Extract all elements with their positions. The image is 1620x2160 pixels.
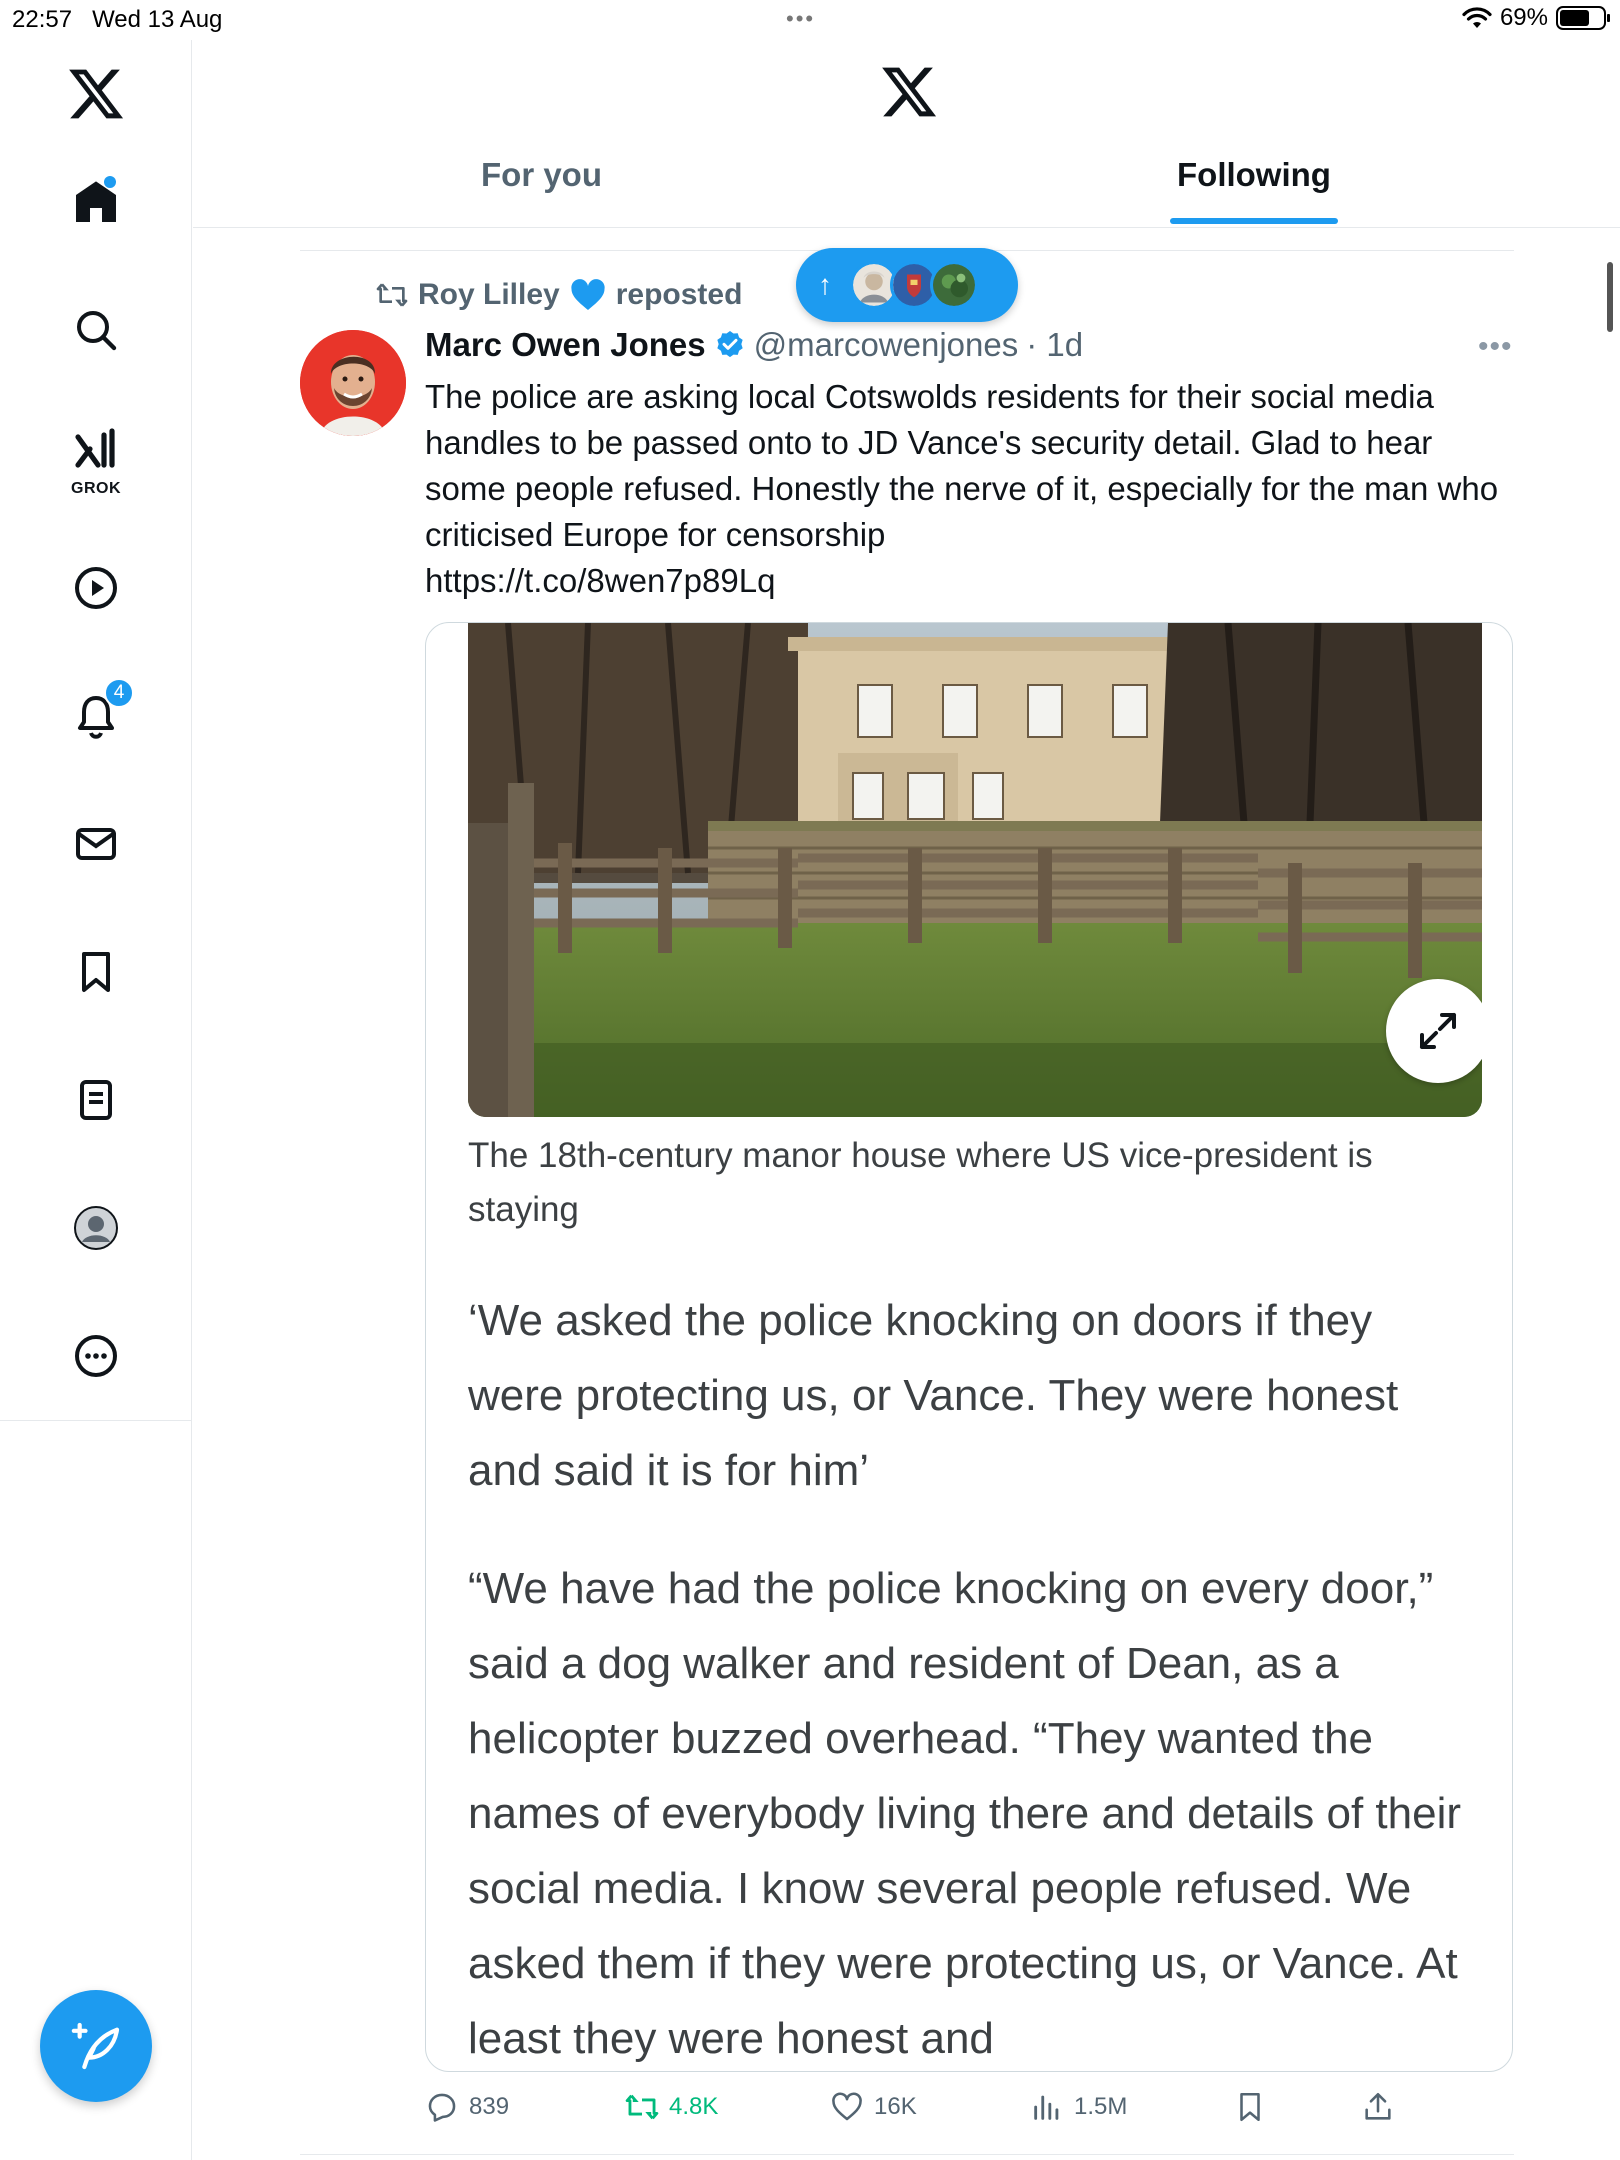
tweet-body: The police are asking local Cotswolds re… (425, 374, 1505, 604)
repost-suffix: reposted (615, 278, 743, 311)
blue-heart-icon (571, 279, 605, 310)
media-card[interactable]: The 18th-century manor house where US vi… (425, 622, 1513, 2072)
share-button[interactable] (1361, 2090, 1395, 2124)
tweet-link[interactable]: https://t.co/8wen7p89Lq (425, 558, 1505, 604)
sidebar-item-more[interactable] (60, 1320, 132, 1392)
expand-media-button[interactable] (1386, 979, 1482, 1083)
home-unread-dot (104, 176, 116, 188)
sidebar-item-grok[interactable]: GROK (60, 420, 132, 497)
share-icon (1365, 2092, 1391, 2120)
tweet-author-row: Marc Owen Jones @marcowenjones · 1d (425, 326, 1083, 364)
post-actions-bar: 839 4.8K 16K 1.5M (425, 2090, 1425, 2134)
more-circle-icon (75, 1335, 117, 1377)
status-date: Wed 13 Aug (92, 6, 223, 33)
sidebar-item-notifications[interactable]: 4 (60, 678, 134, 752)
author-handle[interactable]: @marcowenjones (754, 326, 1019, 364)
battery-icon (1556, 6, 1610, 30)
expand-arrows-icon (1420, 1013, 1456, 1049)
sidebar-divider (0, 1420, 192, 1421)
scrollbar[interactable] (1607, 262, 1613, 332)
status-time: 22:57 (12, 6, 73, 33)
sidebar-item-lists[interactable] (60, 1064, 132, 1136)
status-time-date: 22:57 Wed 13 Aug (12, 6, 222, 34)
sidebar-item-profile[interactable] (60, 1192, 132, 1264)
battery-level (1560, 10, 1589, 26)
x-logo-icon[interactable] (66, 64, 126, 124)
sidebar-item-bookmarks[interactable] (60, 936, 132, 1008)
repost-author: Roy Lilley (418, 278, 560, 311)
reply-icon (428, 2093, 456, 2122)
article-quote-paragraph: ‘We asked the police knocking on doors i… (468, 1296, 1399, 1495)
views-chart-icon (1034, 2095, 1059, 2120)
divider (300, 2154, 1514, 2155)
x-header-logo-icon[interactable] (879, 62, 939, 122)
battery-percent: 69% (1499, 4, 1548, 31)
verified-badge-icon (716, 331, 743, 358)
search-icon (77, 311, 117, 351)
wifi-icon (1462, 7, 1492, 28)
new-posts-pill[interactable]: ↑ (796, 248, 1018, 322)
grok-label: GROK (71, 480, 121, 497)
repost-count: 4.8K (669, 2093, 719, 2120)
like-button[interactable]: 16K (830, 2090, 917, 2124)
tweet-text: The police are asking local Cotswolds re… (425, 378, 1499, 553)
views-count: 1.5M (1074, 2093, 1128, 2120)
sidebar-item-messages[interactable] (60, 808, 132, 880)
play-icon (75, 567, 117, 609)
active-tab-indicator (1170, 218, 1338, 224)
grok-icon (75, 428, 115, 468)
timeline-header: For you Following (193, 40, 1620, 228)
status-bar: 22:57 Wed 13 Aug ••• 69% (0, 0, 1620, 40)
pill-avatar-3 (930, 261, 978, 309)
compose-feather-icon (71, 2022, 120, 2070)
photo-illustration (468, 623, 1482, 1117)
mail-icon (76, 828, 116, 860)
author-avatar[interactable] (300, 330, 406, 436)
sidebar-item-home[interactable] (60, 166, 132, 238)
bookmark-button[interactable] (1233, 2090, 1267, 2124)
tab-following[interactable]: Following (1177, 156, 1331, 194)
repost-context[interactable]: Roy Lilley reposted (376, 278, 742, 312)
sidebar: GROK 4 (0, 40, 192, 2160)
author-name[interactable]: Marc Owen Jones (425, 326, 706, 364)
compose-post-button[interactable] (40, 1990, 152, 2102)
reply-count: 839 (469, 2093, 510, 2120)
reply-button[interactable]: 839 (425, 2090, 509, 2124)
article-body-paragraph: “We have had the police knocking on ever… (468, 1564, 1462, 2063)
bookmark-icon (82, 952, 110, 992)
multitasking-dots[interactable]: ••• (786, 6, 815, 32)
photo-caption: The 18th-century manor house where US vi… (468, 1136, 1373, 1229)
list-icon (80, 1080, 112, 1120)
repost-button[interactable]: 4.8K (625, 2090, 718, 2124)
status-right: 69% (1462, 4, 1610, 32)
repost-action-icon (625, 2094, 659, 2120)
heart-icon (832, 2092, 862, 2121)
manor-house-photo[interactable] (468, 623, 1482, 1117)
arrow-up-icon: ↑ (818, 269, 832, 300)
author-photo (300, 330, 406, 436)
profile-avatar-icon (74, 1206, 118, 1250)
views-button[interactable]: 1.5M (1030, 2090, 1127, 2124)
tab-for-you[interactable]: For you (481, 156, 602, 194)
post-more-options-icon[interactable]: ••• (1478, 330, 1513, 364)
sidebar-item-video[interactable] (60, 552, 132, 624)
bookmark-action-icon (1240, 2092, 1260, 2122)
notification-badge: 4 (104, 678, 134, 708)
sidebar-item-search[interactable] (60, 294, 132, 366)
post-time[interactable]: · 1d (1026, 326, 1083, 364)
repost-icon (376, 283, 408, 307)
like-count: 16K (874, 2093, 917, 2120)
